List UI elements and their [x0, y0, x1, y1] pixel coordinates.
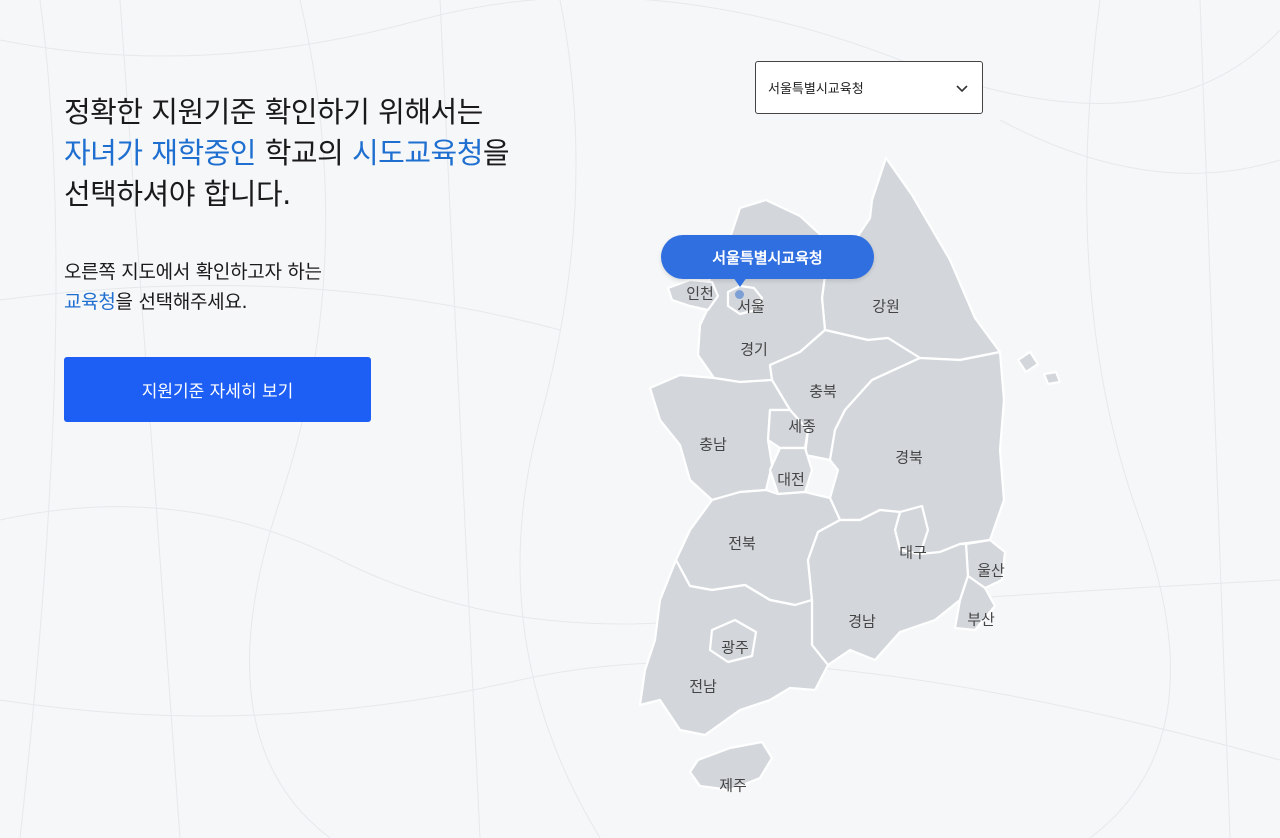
intro-heading: 정확한 지원기준 확인하기 위해서는 자녀가 재학중인 학교의 시도교육청을 선…: [64, 92, 624, 215]
pin-location-dot: [735, 290, 744, 299]
label-jeonnam[interactable]: 전남: [689, 676, 717, 697]
intro-highlight-office: 시도교육청: [351, 136, 483, 170]
label-daegu[interactable]: 대구: [899, 542, 927, 563]
instruction-line-1: 오른쪽 지도에서 확인하고자 하는: [64, 261, 322, 283]
region-ulleung: [1016, 350, 1040, 374]
view-criteria-button[interactable]: 지원기준 자세히 보기: [64, 357, 371, 422]
chevron-down-icon: [956, 84, 968, 92]
intro-line-3: 선택하셔야 합니다.: [64, 177, 291, 211]
instruction-text: 오른쪽 지도에서 확인하고자 하는 교육청을 선택해주세요.: [64, 257, 624, 317]
label-busan[interactable]: 부산: [967, 609, 995, 630]
label-chungnam[interactable]: 충남: [699, 434, 727, 455]
instruction-highlight: 교육청: [64, 291, 116, 313]
intro-line-2-end: 을: [482, 136, 510, 170]
label-jeonbuk[interactable]: 전북: [728, 533, 756, 554]
label-gwangju[interactable]: 광주: [721, 637, 749, 658]
intro-line-1: 정확한 지원기준 확인하기 위해서는: [64, 95, 483, 129]
label-daejeon[interactable]: 대전: [777, 469, 805, 490]
selected-region-pin: 서울특별시교육청: [661, 235, 874, 279]
label-chungbuk[interactable]: 충북: [809, 381, 837, 402]
label-seoul[interactable]: 서울: [737, 296, 765, 317]
label-gangwon[interactable]: 강원: [872, 296, 900, 317]
label-gyeongnam[interactable]: 경남: [848, 611, 876, 632]
instruction-line-2-end: 을 선택해주세요.: [115, 291, 248, 313]
region-dokdo: [1042, 370, 1062, 386]
label-incheon[interactable]: 인천: [686, 283, 714, 304]
label-sejong[interactable]: 세종: [788, 416, 816, 437]
pin-pointer: [733, 277, 747, 287]
intro-highlight-student: 자녀가 재학중인: [64, 136, 256, 170]
label-gyeongbuk[interactable]: 경북: [895, 447, 923, 468]
intro-section: 정확한 지원기준 확인하기 위해서는 자녀가 재학중인 학교의 시도교육청을 선…: [64, 92, 624, 317]
intro-line-2-mid: 학교의: [255, 136, 352, 170]
education-office-select[interactable]: 서울특별시교육청: [755, 61, 983, 114]
label-gyeonggi[interactable]: 경기: [740, 339, 768, 360]
label-jeju[interactable]: 제주: [719, 775, 747, 796]
select-value: 서울특별시교육청: [768, 82, 864, 97]
label-ulsan[interactable]: 울산: [977, 560, 1005, 581]
